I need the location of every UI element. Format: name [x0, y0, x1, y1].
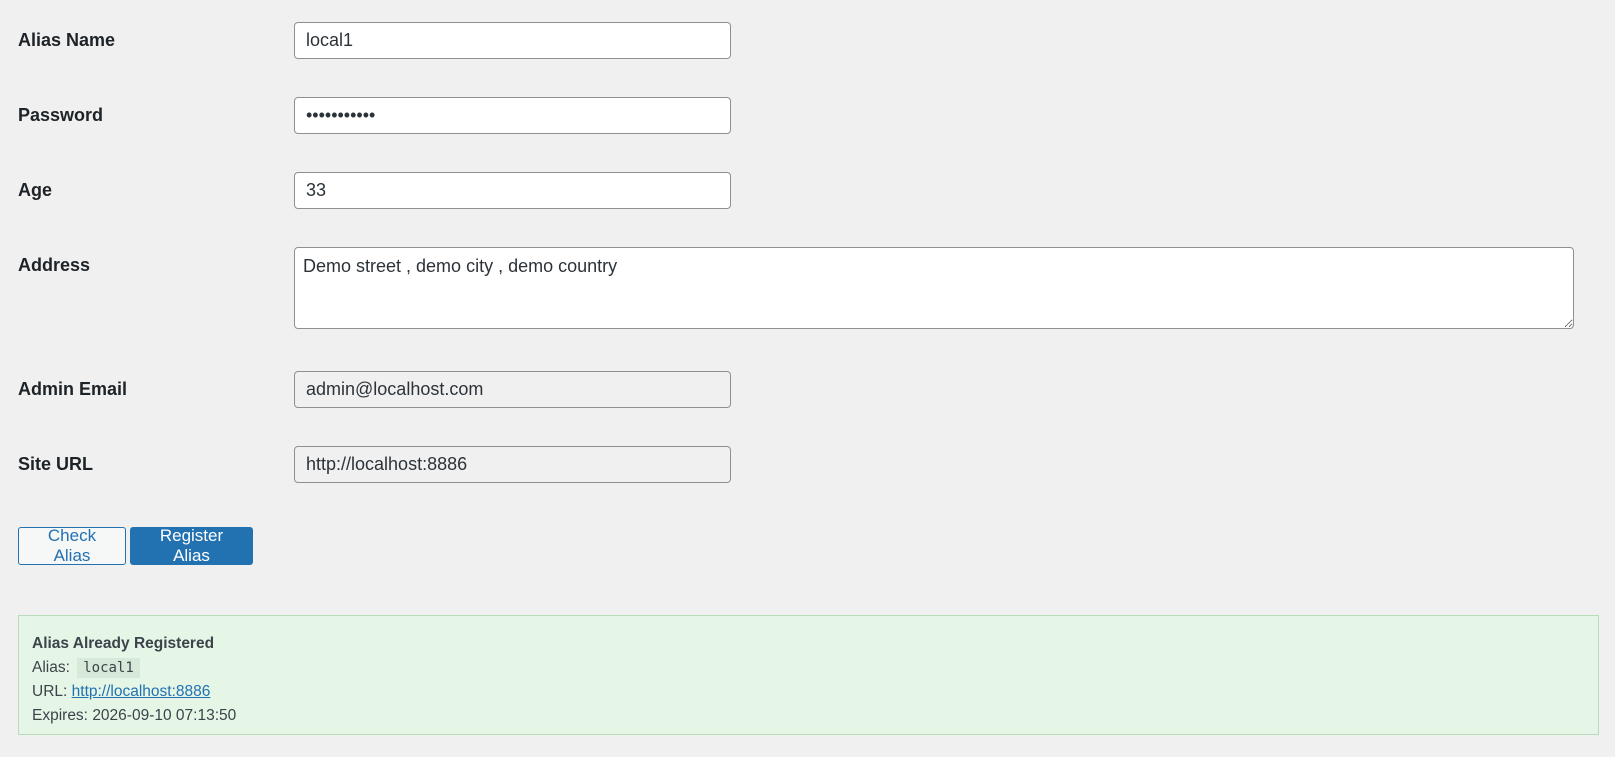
password-input[interactable]	[294, 97, 731, 134]
address-label: Address	[18, 255, 91, 275]
address-textarea[interactable]: Demo street , demo city , demo country	[294, 247, 1574, 329]
notice-alias-value: local1	[77, 658, 140, 678]
notice-expires-line: Expires: 2026-09-10 07:13:50	[32, 704, 1585, 728]
alias-registration-form: Alias Name Password Age Address Demo str…	[0, 0, 1615, 757]
admin-email-input[interactable]	[294, 371, 731, 408]
alias-name-input[interactable]	[294, 22, 731, 59]
alias-status-notice: Alias Already Registered Alias: local1 U…	[18, 615, 1599, 735]
site-url-label: Site URL	[18, 454, 94, 474]
site-url-input[interactable]	[294, 446, 731, 483]
notice-expires-value: 2026-09-10 07:13:50	[92, 707, 237, 724]
age-input[interactable]	[294, 172, 731, 209]
admin-email-label: Admin Email	[18, 379, 128, 399]
age-label: Age	[18, 180, 53, 200]
notice-alias-line: Alias: local1	[32, 656, 1585, 680]
password-label: Password	[18, 105, 104, 125]
alias-name-label: Alias Name	[18, 30, 116, 50]
register-alias-button[interactable]: Register Alias	[130, 526, 253, 565]
notice-expires-label: Expires:	[32, 707, 88, 724]
check-alias-button[interactable]: Check Alias	[18, 526, 126, 565]
notice-url-label: URL:	[32, 683, 68, 700]
notice-title: Alias Already Registered	[32, 635, 215, 652]
notice-alias-label: Alias:	[32, 659, 70, 676]
notice-url-link[interactable]: http://localhost:8886	[72, 683, 211, 700]
notice-url-line: URL: http://localhost:8886	[32, 680, 1585, 704]
